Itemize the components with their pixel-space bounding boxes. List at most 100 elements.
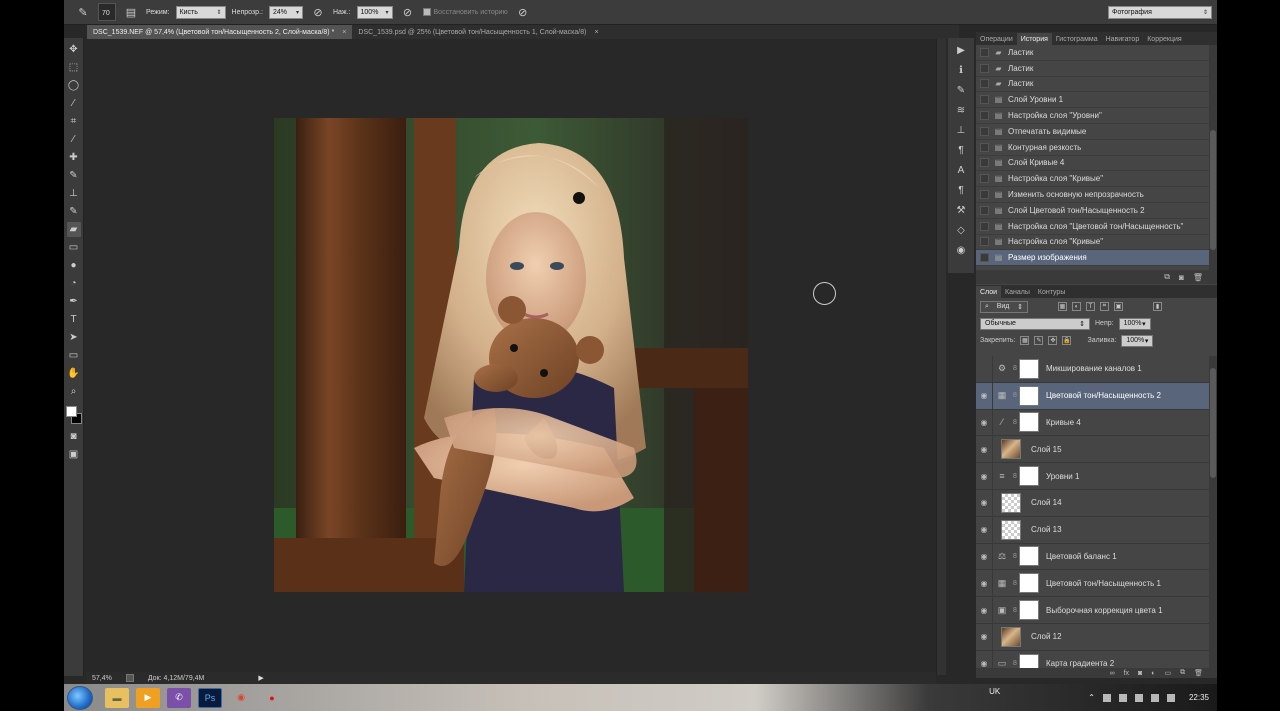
filter-shape-icon[interactable]: ⌗ (1100, 302, 1109, 311)
shape-tool-icon[interactable]: ▭ (67, 348, 81, 363)
tab-adjustments[interactable]: Коррекция (1143, 33, 1185, 45)
type-tool-icon[interactable]: T (67, 312, 81, 327)
new-group-icon[interactable]: ▭ (1164, 669, 1171, 677)
history-source-checkbox[interactable] (980, 158, 989, 168)
layer-fill-input[interactable]: 100% ▾ (1121, 334, 1154, 347)
layer-row[interactable]: ◉ ⁄ 8 Кривые 4 (976, 409, 1209, 437)
trash-icon[interactable]: 🗑 (1193, 273, 1203, 282)
kuler-icon[interactable]: ◉ (954, 243, 968, 257)
layer-row[interactable]: ◉ ≡ 8 Уровни 1 (976, 463, 1209, 490)
move-tool-icon[interactable]: ✥ (67, 42, 81, 57)
history-source-checkbox[interactable] (980, 47, 989, 57)
layer-thumbnail[interactable] (1001, 492, 1021, 513)
lock-position-icon[interactable]: ✥ (1048, 336, 1058, 345)
filter-smart-object-icon[interactable]: ▣ (1114, 302, 1123, 311)
history-item[interactable]: ▤ Настройка слоя "Кривые" (976, 171, 1209, 188)
lock-all-icon[interactable]: 🔒 (1062, 336, 1072, 345)
visibility-eye-icon[interactable]: ◉ (976, 659, 992, 668)
filter-type-icon[interactable]: T (1086, 302, 1095, 311)
adjustment-layer-icon[interactable]: ▦ (993, 390, 1011, 401)
layer-name[interactable]: Микширование каналов 1 (1046, 364, 1142, 373)
mask-link-icon[interactable]: 8 (1011, 473, 1019, 480)
language-indicator[interactable]: UK (989, 687, 1000, 696)
layer-name[interactable]: Цветовой тон/Насыщенность 1 (1046, 579, 1161, 588)
workspace-select[interactable]: Фотография ⇕ (1108, 6, 1212, 19)
flow-input[interactable]: 100% ▾ (356, 5, 393, 19)
layer-mask-thumbnail[interactable] (1019, 412, 1039, 433)
mask-link-icon[interactable]: 8 (1011, 392, 1019, 399)
visibility-eye-icon[interactable]: ◉ (976, 472, 992, 481)
eyedropper-tool-icon[interactable]: ⁄ (67, 132, 81, 147)
history-item[interactable]: ▤ Слой Кривые 4 (976, 156, 1209, 172)
layer-row[interactable]: ◉ ⚖ 8 Цветовой баланс 1 (976, 543, 1209, 571)
mask-link-icon[interactable]: 8 (1011, 607, 1019, 614)
mode-select[interactable]: Кисть ⇕ (175, 5, 226, 19)
layer-mask-thumbnail[interactable] (1019, 358, 1039, 379)
character-panel-icon[interactable]: A (954, 163, 968, 177)
close-icon[interactable]: × (342, 29, 346, 36)
brush-panel-icon[interactable]: ≋ (954, 103, 968, 117)
tab-document-psd[interactable]: DSC_1539.psd @ 25% (Цветовой тон/Насыщен… (352, 25, 604, 39)
adjustment-layer-icon[interactable]: ⁄ (993, 417, 1011, 427)
explorer-icon[interactable]: ▬ (105, 687, 129, 708)
layer-name[interactable]: Уровни 1 (1046, 472, 1079, 481)
layer-mask-thumbnail[interactable] (1019, 546, 1039, 567)
tab-document-nef[interactable]: DSC_1539.NEF @ 57,4% (Цветовой тон/Насыщ… (87, 25, 353, 39)
layer-opacity-input[interactable]: 100% ▾ (1118, 317, 1151, 330)
layer-mask-thumbnail[interactable] (1019, 600, 1039, 621)
filter-adjustment-icon[interactable]: ◐ (1072, 302, 1081, 311)
airbrush-icon[interactable]: ⊘ (399, 3, 417, 21)
actions-panel-icon[interactable]: ▶ (954, 43, 968, 57)
new-layer-icon[interactable]: ⧉ (1180, 669, 1185, 677)
mask-link-icon[interactable]: 8 (1011, 660, 1019, 667)
visibility-eye-icon[interactable]: ◉ (976, 606, 992, 615)
tab-navigator[interactable]: Навигатор (1102, 33, 1144, 45)
history-source-checkbox[interactable] (980, 142, 989, 152)
layer-mask-thumbnail[interactable] (1019, 466, 1039, 487)
add-mask-icon[interactable]: ◙ (1138, 670, 1142, 677)
brush-tool-icon[interactable]: ✎ (67, 168, 81, 183)
eraser-tool-icon[interactable]: ▰ (66, 222, 81, 237)
tab-history[interactable]: История (1016, 33, 1052, 45)
close-icon[interactable]: × (594, 29, 598, 36)
tab-layers[interactable]: Слои (976, 286, 1002, 298)
clone-source-icon[interactable]: ⊥ (954, 123, 968, 137)
history-item[interactable]: ▰ Ластик (976, 61, 1209, 77)
link-layers-icon[interactable]: ∞ (1110, 670, 1115, 677)
layer-row[interactable]: ◉ Слой 12 (976, 623, 1209, 651)
layer-thumbnail[interactable] (1001, 519, 1021, 540)
tab-histogram[interactable]: Гистограмма (1052, 33, 1102, 45)
checkbox[interactable] (422, 8, 431, 16)
tray-app-icon[interactable] (1134, 693, 1143, 702)
tab-paths[interactable]: Контуры (1034, 286, 1069, 298)
layer-style-icon[interactable]: fx (1124, 670, 1129, 677)
adjustment-layer-icon[interactable]: ⚙ (993, 363, 1011, 374)
layers-scrollbar[interactable] (1209, 356, 1217, 668)
quick-select-tool-icon[interactable]: ⁄ (67, 96, 81, 111)
visibility-eye-icon[interactable]: ◉ (976, 552, 992, 561)
layer-name[interactable]: Карта градиента 2 (1046, 659, 1114, 668)
history-source-checkbox[interactable] (980, 95, 989, 105)
scroll-thumb[interactable] (1210, 130, 1216, 250)
layer-thumbnail[interactable] (1001, 439, 1021, 460)
layer-row[interactable]: ◉ Слой 15 (976, 436, 1209, 464)
brush-presets-icon[interactable]: ✎ (954, 83, 968, 97)
history-item[interactable]: ▤ Настройка слоя "Цветовой тон/Насыщеннос… (976, 219, 1209, 235)
history-scrollbar[interactable] (1209, 45, 1217, 270)
visibility-eye-icon[interactable]: ◉ (976, 418, 992, 427)
trash-icon[interactable]: 🗑 (1194, 669, 1203, 677)
gradient-tool-icon[interactable]: ▭ (67, 240, 81, 255)
layer-name[interactable]: Цветовой баланс 1 (1046, 552, 1117, 561)
quick-mask-icon[interactable]: ◙ (67, 429, 81, 444)
history-source-checkbox[interactable] (980, 237, 989, 247)
history-item[interactable]: ▰ Ластик (976, 77, 1209, 93)
history-item[interactable]: ▤ Размер изображения (976, 250, 1209, 267)
show-hidden-icons-icon[interactable]: ⌃ (1088, 693, 1095, 702)
hand-tool-icon[interactable]: ✋ (67, 366, 81, 381)
media-player-icon[interactable]: ▶ (136, 687, 160, 708)
clock[interactable]: 22:35 (1189, 693, 1209, 702)
blend-mode-select[interactable]: Обычные ⇕ (980, 317, 1090, 330)
layer-mask-thumbnail[interactable] (1019, 385, 1039, 406)
lasso-tool-icon[interactable]: ◯ (67, 78, 81, 93)
history-item[interactable]: ▤ Слой Цветовой тон/Насыщенность 2 (976, 203, 1209, 219)
